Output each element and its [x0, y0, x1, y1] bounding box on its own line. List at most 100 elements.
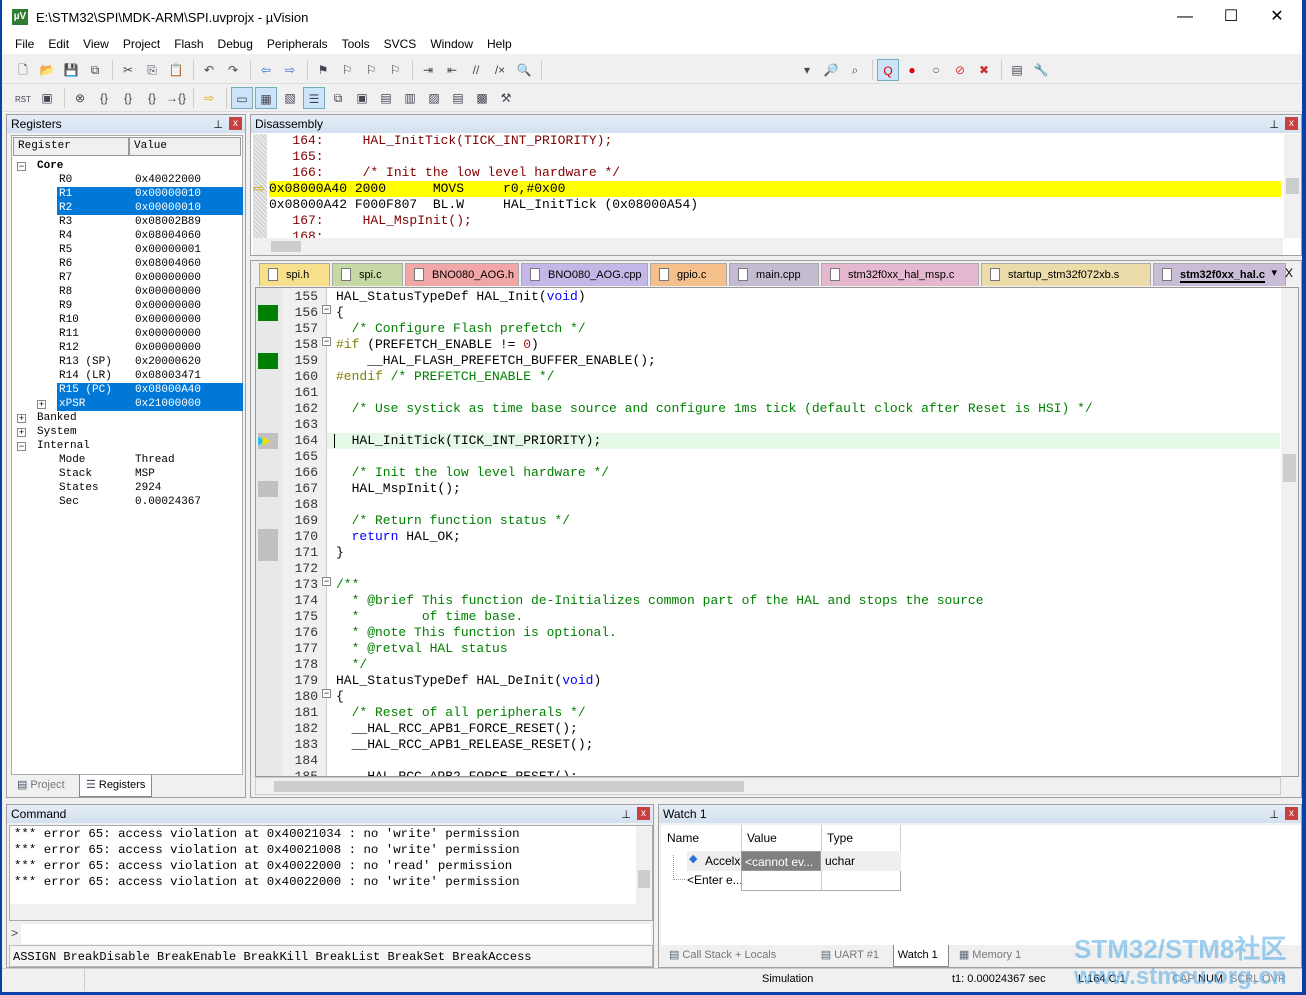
close-button[interactable]: ✕ [1254, 0, 1300, 34]
close-icon[interactable]: x [1285, 807, 1298, 820]
register-value[interactable]: 0x00000000 [133, 285, 243, 299]
step-out-button[interactable]: {} [141, 87, 163, 109]
code-line[interactable]: HAL_MspInit(); [336, 481, 461, 497]
register-row[interactable]: R12 0x00000000 [57, 341, 243, 355]
register-value[interactable]: 0x08002B89 [133, 215, 243, 229]
collapse-icon[interactable]: − [17, 442, 26, 451]
register-row[interactable]: Stack MSP [57, 467, 243, 481]
find-button[interactable]: 🔎 [820, 59, 842, 81]
register-value[interactable]: MSP [133, 467, 243, 481]
register-value[interactable]: 0x00000010 [133, 187, 243, 201]
register-row[interactable]: R13 (SP) 0x20000620 [57, 355, 243, 369]
tab-gpio-c[interactable]: gpio.c [650, 263, 727, 286]
menu-flash[interactable]: Flash [167, 37, 210, 51]
register-row[interactable]: R4 0x08004060 [57, 229, 243, 243]
disassembly-vscroll[interactable] [1284, 134, 1301, 238]
menu-debug[interactable]: Debug [211, 37, 260, 51]
register-row[interactable]: R0 0x40022000 [57, 173, 243, 187]
tab-stm32f0xx-hal-c[interactable]: stm32f0xx_hal.c [1153, 263, 1286, 286]
register-row[interactable]: xPSR 0x21000000 [57, 397, 243, 411]
unindent-button[interactable]: ⇤ [441, 59, 463, 81]
register-value[interactable]: 0x21000000 [133, 397, 243, 411]
register-value[interactable]: 0x08000A40 [133, 383, 243, 397]
fold-icon[interactable]: − [322, 305, 331, 314]
expand-icon[interactable]: + [37, 400, 46, 409]
code-line[interactable]: */ [336, 657, 368, 673]
open-file-button[interactable]: 📂 [36, 59, 58, 81]
code-line[interactable]: * @brief This function de-Initializes co… [336, 593, 984, 609]
code-line[interactable]: * of time base. [336, 609, 524, 625]
register-value[interactable]: 0x00000000 [133, 341, 243, 355]
uncomment-button[interactable]: /× [489, 59, 511, 81]
register-row[interactable]: R2 0x00000010 [57, 201, 243, 215]
menu-help[interactable]: Help [480, 37, 519, 51]
expand-icon[interactable]: + [17, 414, 26, 423]
register-value[interactable]: 0x20000620 [133, 355, 243, 369]
register-value[interactable]: 0x08004060 [133, 257, 243, 271]
code-line[interactable]: HAL_StatusTypeDef HAL_Init(void) [336, 289, 586, 305]
pin-icon[interactable]: ⊥ [213, 116, 223, 134]
watch-value[interactable]: <cannot ev... [741, 851, 821, 871]
menu-window[interactable]: Window [423, 37, 480, 51]
indent-button[interactable]: ⇥ [417, 59, 439, 81]
column-value[interactable]: Value [129, 137, 241, 156]
pin-icon[interactable]: ⊥ [621, 806, 631, 824]
register-value[interactable]: 2924 [133, 481, 243, 495]
code-line[interactable]: /* Init the low level hardware */ [336, 465, 609, 481]
tab-spi-h[interactable]: spi.h [259, 263, 330, 286]
register-value[interactable]: 0x08004060 [133, 229, 243, 243]
register-value[interactable]: 0x08003471 [133, 369, 243, 383]
code-line[interactable]: { [336, 305, 344, 321]
tab-watch-1[interactable]: Watch 1 [892, 945, 949, 967]
code-line[interactable]: } [336, 545, 344, 561]
menu-project[interactable]: Project [116, 37, 167, 51]
column-value[interactable]: Value [747, 831, 777, 845]
find-in-files-button[interactable]: 🔍 [513, 59, 535, 81]
registers-window-button[interactable]: ☰ [303, 86, 325, 109]
menu-edit[interactable]: Edit [41, 37, 76, 51]
minimize-button[interactable]: — [1162, 0, 1208, 34]
register-row[interactable]: System [35, 425, 243, 439]
run-button[interactable]: ▣ [36, 87, 58, 109]
tab-spi-c[interactable]: spi.c [332, 263, 403, 286]
code-line[interactable]: __HAL_FLASH_PREFETCH_BUFFER_ENABLE(); [336, 353, 656, 369]
tab-bno080-aog-cpp[interactable]: BNO080_AOG.cpp [521, 263, 648, 286]
register-row[interactable]: R14 (LR) 0x08003471 [57, 369, 243, 383]
combo-button[interactable]: ▾ [796, 59, 818, 81]
memory-windows-button[interactable]: ▤ [375, 87, 397, 109]
register-row[interactable]: R9 0x00000000 [57, 299, 243, 313]
kill-all-breakpoints-button[interactable]: ✖ [973, 59, 995, 81]
step-over-button[interactable]: {} [117, 87, 139, 109]
command-window-button[interactable]: ▭ [231, 86, 253, 109]
menu-tools[interactable]: Tools [335, 37, 377, 51]
tab-call-stack-locals[interactable]: ▤ Call Stack + Locals [665, 945, 811, 967]
toolbox-button[interactable]: ⚒ [495, 87, 517, 109]
watch-row[interactable]: ◆ Accelx <cannot ev... uchar [687, 851, 901, 871]
symbols-window-button[interactable]: ▧ [279, 87, 301, 109]
register-value[interactable]: 0x00000000 [133, 299, 243, 313]
code-hscroll[interactable] [255, 777, 1281, 795]
show-next-statement-button[interactable]: ⇨ [198, 87, 220, 109]
code-line[interactable]: { [336, 689, 344, 705]
register-row[interactable]: Mode Thread [57, 453, 243, 467]
tab-list-button[interactable]: ▾ [1271, 266, 1277, 279]
register-row[interactable]: Banked [35, 411, 243, 425]
fold-icon[interactable]: − [322, 577, 331, 586]
expand-icon[interactable]: + [17, 428, 26, 437]
code-line[interactable]: /* Use systick as time base source and c… [336, 401, 1093, 417]
code-line[interactable]: return HAL_OK; [336, 529, 461, 545]
debug-session-button[interactable]: Q [877, 58, 899, 81]
command-input[interactable] [21, 924, 651, 944]
register-value[interactable]: 0x00000000 [133, 271, 243, 285]
tab-bno080-aog-h[interactable]: BNO080_AOG.h [405, 263, 519, 286]
next-bookmark-button[interactable]: ⚐ [360, 59, 382, 81]
code-line[interactable]: /** [336, 577, 359, 593]
register-value[interactable]: Thread [133, 453, 243, 467]
code-view[interactable]: 155 HAL_StatusTypeDef HAL_Init(void) 156−{… [255, 287, 1299, 777]
register-value[interactable]: 0x00000000 [133, 327, 243, 341]
code-line[interactable]: __HAL_RCC_APB1_RELEASE_RESET(); [336, 737, 594, 753]
trace-windows-button[interactable]: ▤ [447, 87, 469, 109]
stop-button[interactable]: ⊗ [69, 87, 91, 109]
code-line[interactable]: /* Reset of all peripherals */ [336, 705, 586, 721]
paste-button[interactable]: 📋 [165, 59, 187, 81]
